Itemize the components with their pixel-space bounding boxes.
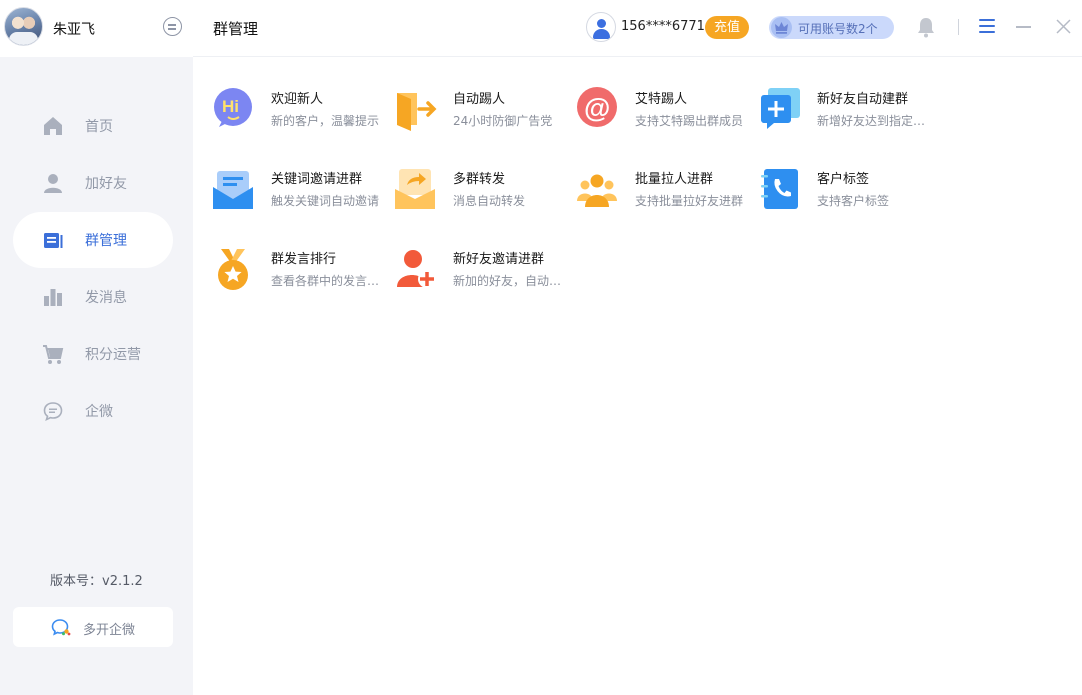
sidebar-item-send-message[interactable]: 发消息 <box>13 269 173 325</box>
chat-bubble-icon <box>43 402 63 422</box>
available-accounts-label: 可用账号数2个 <box>798 22 878 36</box>
feature-title: 关键词邀请进群 <box>271 172 363 187</box>
feature-desc: 新增好友达到指定数量 <box>817 114 927 128</box>
sidebar-item-label: 群管理 <box>85 233 127 249</box>
sidebar-item-label: 发消息 <box>85 290 127 306</box>
crown-icon <box>771 17 792 38</box>
close-icon[interactable] <box>1056 19 1071 34</box>
home-icon <box>44 117 62 135</box>
cart-icon <box>43 345 64 364</box>
sidebar-item-wecom[interactable]: 企微 <box>13 383 173 439</box>
feature-title: 新好友邀请进群 <box>453 252 545 267</box>
feature-new-friend-auto-group[interactable]: 新好友自动建群 新增好友达到指定数量 <box>759 80 934 140</box>
feature-desc: 查看各群中的发言排行 <box>271 274 381 288</box>
phone-book-icon <box>761 169 798 209</box>
sidebar-item-label: 积分运营 <box>85 347 141 363</box>
sidebar-item-label: 加好友 <box>85 176 127 192</box>
people-group-icon <box>577 174 617 207</box>
minimize-icon[interactable] <box>1016 26 1031 28</box>
feature-title: 新好友自动建群 <box>817 92 909 107</box>
user-icon <box>44 174 62 193</box>
exit-door-icon <box>397 93 437 131</box>
feature-title: 批量拉人进群 <box>635 172 714 187</box>
group-manage-icon <box>44 233 63 248</box>
collapse-sidebar-icon[interactable] <box>163 17 182 36</box>
svg-text:@: @ <box>584 93 610 123</box>
sidebar-item-add-friend[interactable]: 加好友 <box>13 155 173 211</box>
feature-desc: 支持客户标签 <box>817 194 890 208</box>
phone-number: 156****6771 <box>621 19 705 34</box>
feature-title: 客户标签 <box>817 172 870 187</box>
hi-welcome-icon: Hi <box>214 88 252 127</box>
multi-open-button[interactable]: 多开企微 <box>13 607 173 647</box>
feature-title: 艾特踢人 <box>635 92 688 107</box>
feature-title: 群发言排行 <box>271 252 337 267</box>
feature-new-friend-invite[interactable]: 新好友邀请进群 新加的好友，自动邀请 <box>395 240 570 300</box>
account-avatar-icon[interactable] <box>586 12 616 42</box>
multi-open-label: 多开企微 <box>83 623 136 638</box>
feature-batch-invite[interactable]: 批量拉人进群 支持批量拉好友进群 <box>577 160 752 220</box>
feature-customer-tags[interactable]: 客户标签 支持客户标签 <box>759 160 934 220</box>
feature-desc: 24小时防御广告党 <box>453 114 553 128</box>
bar-chart-icon <box>44 289 62 306</box>
recharge-button[interactable]: 充值 <box>705 16 749 39</box>
top-bar: 群管理 156****6771 充值 可用账号数2个 <box>193 0 1082 57</box>
sidebar-item-home[interactable]: 首页 <box>13 98 173 154</box>
feature-desc: 消息自动转发 <box>453 194 526 208</box>
sidebar-item-label: 首页 <box>85 119 113 135</box>
feature-title: 多群转发 <box>453 172 506 187</box>
sidebar-item-group-manage[interactable]: 群管理 <box>13 212 173 268</box>
feature-speech-ranking[interactable]: 群发言排行 查看各群中的发言排行 <box>213 240 388 300</box>
avatar[interactable] <box>4 7 43 46</box>
feature-keyword-invite[interactable]: 关键词邀请进群 触发关键词自动邀请 <box>213 160 388 220</box>
page-title: 群管理 <box>213 20 259 38</box>
feature-desc: 新加的好友，自动邀请 <box>453 274 563 288</box>
add-group-icon <box>761 88 800 129</box>
available-accounts-badge[interactable]: 可用账号数2个 <box>769 16 894 39</box>
username: 朱亚飞 <box>53 22 95 38</box>
sidebar: 朱亚飞 首页 加好友 群管理 发消息 积分运营 企微 版本号：v2.1.2 多开… <box>0 0 193 695</box>
sidebar-item-points[interactable]: 积分运营 <box>13 326 173 382</box>
sidebar-item-label: 企微 <box>85 404 113 420</box>
feature-desc: 触发关键词自动邀请 <box>271 194 380 208</box>
profile-header: 朱亚飞 <box>0 0 193 57</box>
feature-welcome-new[interactable]: Hi 欢迎新人 新的客户，温馨提示 <box>213 80 388 140</box>
header-divider <box>958 19 959 35</box>
user-add-icon <box>397 250 436 288</box>
svg-text:Hi: Hi <box>222 97 239 116</box>
envelope-icon <box>213 171 253 209</box>
feature-desc: 新的客户，温馨提示 <box>271 114 380 128</box>
feature-title: 自动踢人 <box>453 92 506 107</box>
feature-desc: 支持批量拉好友进群 <box>635 194 744 208</box>
forward-icon <box>395 169 435 209</box>
bell-icon[interactable] <box>917 16 935 38</box>
feature-multi-forward[interactable]: 多群转发 消息自动转发 <box>395 160 570 220</box>
feature-title: 欢迎新人 <box>271 92 324 107</box>
menu-icon[interactable] <box>979 19 995 33</box>
version-label: 版本号：v2.1.2 <box>50 574 143 589</box>
at-sign-icon: @ <box>577 87 617 127</box>
feature-auto-kick[interactable]: 自动踢人 24小时防御广告党 <box>395 80 570 140</box>
feature-at-kick[interactable]: @ 艾特踢人 支持艾特踢出群成员 <box>577 80 752 140</box>
feature-desc: 支持艾特踢出群成员 <box>635 114 744 128</box>
wecom-icon <box>51 619 71 636</box>
medal-icon <box>218 249 248 290</box>
